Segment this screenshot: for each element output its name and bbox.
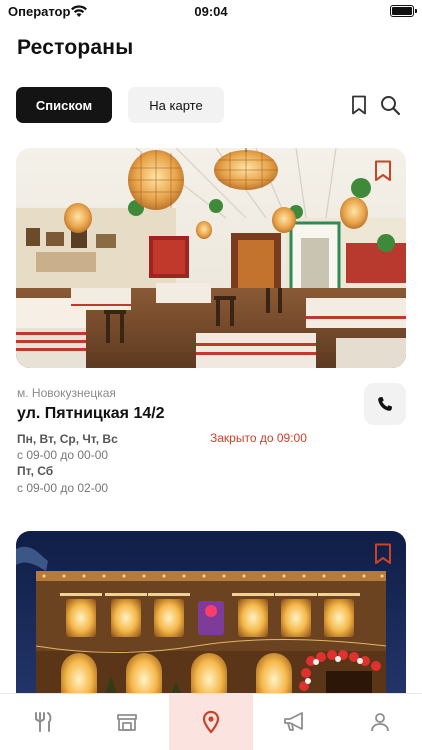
map-view-button[interactable]: На карте bbox=[128, 87, 224, 123]
restaurant-address[interactable]: ул. Пятницкая 14/2 bbox=[17, 405, 165, 423]
fork-knife-icon bbox=[35, 712, 52, 732]
call-button[interactable] bbox=[364, 383, 406, 425]
schedule-days: Пт, Сб bbox=[17, 464, 54, 478]
user-icon bbox=[370, 713, 389, 732]
open-status: Закрыто до 09:00 bbox=[210, 431, 307, 445]
tab-restaurants-store[interactable] bbox=[84, 694, 168, 750]
favorite-bookmark-icon[interactable] bbox=[374, 543, 392, 565]
page-title: Рестораны bbox=[17, 36, 134, 59]
search-icon[interactable] bbox=[379, 94, 401, 116]
schedule-hours: с 09-00 до 02-00 bbox=[17, 481, 109, 495]
restaurant-photo[interactable] bbox=[16, 148, 406, 368]
tab-locations[interactable] bbox=[168, 694, 254, 750]
tab-profile[interactable] bbox=[338, 694, 422, 750]
bottom-tab-bar bbox=[0, 693, 422, 750]
restaurant-interior-image bbox=[16, 148, 406, 368]
tab-menu[interactable] bbox=[0, 694, 84, 750]
map-pin-icon bbox=[202, 710, 220, 734]
metro-station: м. Новокузнецкая bbox=[17, 386, 116, 400]
restaurant-photo[interactable] bbox=[16, 531, 406, 706]
store-icon bbox=[116, 714, 137, 731]
tab-promo[interactable] bbox=[253, 694, 337, 750]
clock: 09:04 bbox=[194, 4, 228, 19]
favorite-bookmark-icon[interactable] bbox=[374, 160, 392, 182]
bookmark-icon[interactable] bbox=[348, 94, 370, 116]
phone-icon bbox=[378, 397, 392, 411]
megaphone-icon bbox=[284, 712, 304, 731]
battery-icon bbox=[390, 5, 417, 17]
status-bar: Оператор 09:04 bbox=[0, 0, 422, 24]
list-view-button[interactable]: Списком bbox=[16, 87, 112, 123]
restaurant-facade-image bbox=[16, 531, 406, 706]
schedule-days: Пн, Вт, Ср, Чт, Вс bbox=[17, 432, 118, 446]
schedule-hours: с 09-00 до 00-00 bbox=[17, 448, 109, 462]
